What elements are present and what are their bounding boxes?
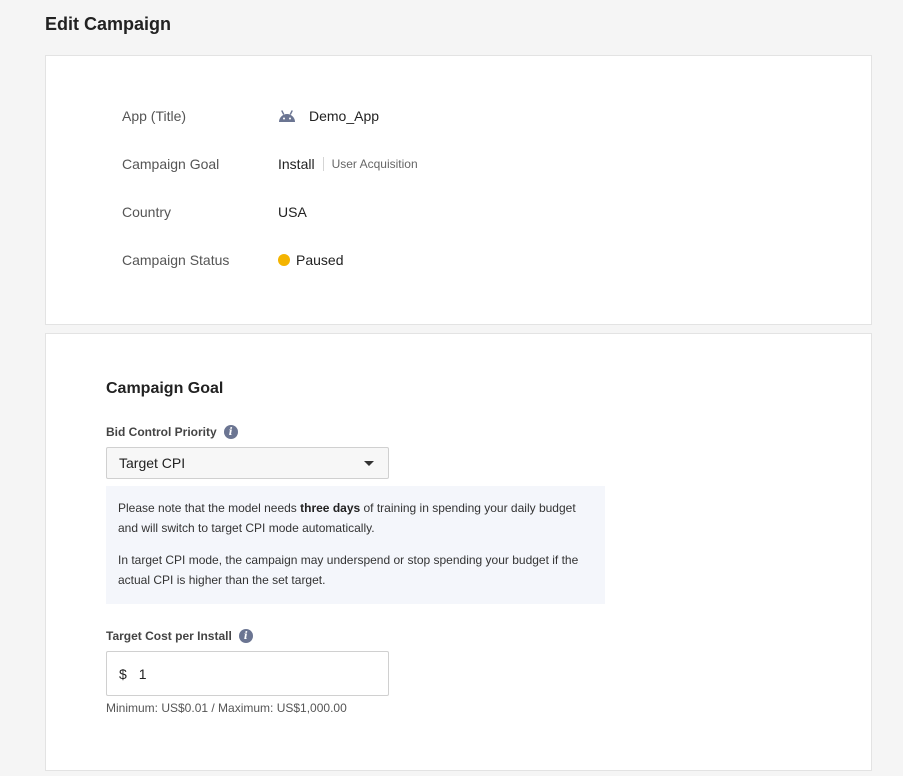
goal-subtype: User Acquisition (322, 157, 418, 171)
target-cost-input[interactable] (138, 665, 359, 682)
bid-control-label-row: Bid Control Priority i (106, 425, 238, 439)
summary-label-goal: Campaign Goal (122, 156, 220, 172)
status-value: Paused (296, 252, 344, 268)
summary-value-app: Demo_App (278, 108, 379, 124)
target-cost-label: Target Cost per Install (106, 629, 232, 643)
summary-label-app: App (Title) (122, 108, 187, 124)
android-icon (279, 110, 295, 122)
country-value: USA (278, 204, 307, 220)
chevron-down-icon (364, 461, 374, 466)
summary-row-country: Country USA (122, 202, 307, 222)
bid-control-select[interactable]: Target CPI (106, 447, 389, 479)
bid-control-selected: Target CPI (119, 455, 186, 471)
summary-row-status: Campaign Status Paused (122, 250, 343, 270)
info-icon[interactable]: i (238, 629, 253, 643)
info-icon[interactable]: i (223, 425, 238, 439)
currency-symbol: $ (119, 665, 127, 682)
bid-control-label: Bid Control Priority (106, 425, 217, 439)
notice-paragraph-1: Please note that the model needs three d… (118, 498, 593, 538)
status-badge: Paused (278, 252, 343, 268)
summary-label-country: Country (122, 204, 172, 220)
section-title: Campaign Goal (106, 380, 224, 397)
summary-label-status: Campaign Status (122, 252, 230, 268)
notice-paragraph-2: In target CPI mode, the campaign may und… (118, 553, 579, 587)
goal-value: Install (278, 156, 315, 172)
page-title: Edit Campaign (45, 14, 172, 34)
app-title: Demo_App (309, 108, 380, 124)
summary-value-goal: Install User Acquisition (278, 156, 418, 172)
campaign-summary-card: App (Title) Demo_App Campaign Goal Insta… (45, 55, 872, 325)
target-cost-field[interactable]: $ (106, 651, 389, 696)
notice-emphasis: three days (300, 501, 361, 515)
cpi-notice: Please note that the model needs three d… (106, 486, 605, 604)
summary-row-goal: Campaign Goal Install User Acquisition (122, 154, 418, 174)
status-dot-icon (278, 254, 290, 266)
summary-row-app: App (Title) Demo_App (122, 106, 379, 126)
campaign-goal-card: Campaign Goal Bid Control Priority i Tar… (45, 333, 872, 771)
target-cost-hint: Minimum: US$0.01 / Maximum: US$1,000.00 (106, 701, 347, 715)
target-cost-label-row: Target Cost per Install i (106, 629, 253, 643)
notice-text: Please note that the model needs (118, 501, 301, 515)
